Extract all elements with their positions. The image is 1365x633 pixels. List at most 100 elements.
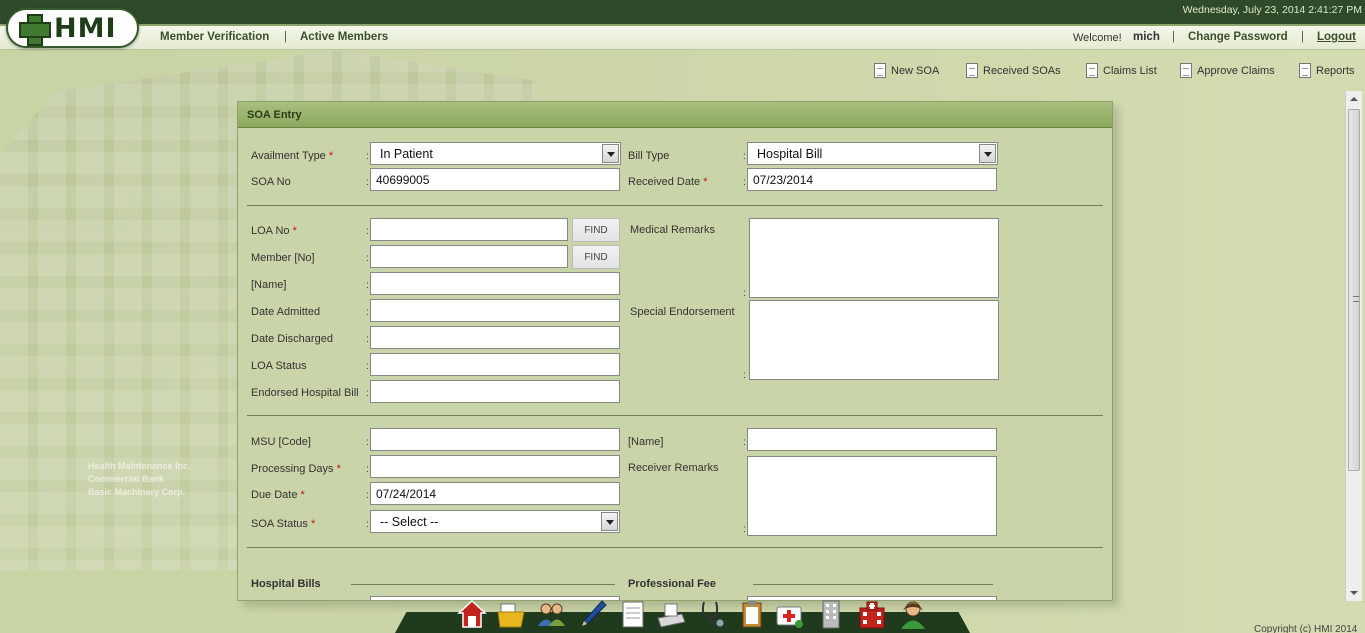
colon: : (366, 280, 369, 291)
due-date-input[interactable]: 07/24/2014 (370, 482, 620, 505)
msu-name-input[interactable] (747, 428, 997, 451)
grip-icon (1353, 296, 1359, 302)
availment-type-select[interactable]: In Patient (370, 142, 621, 165)
msu-name-label: [Name] (628, 436, 664, 448)
members-icon[interactable] (536, 598, 566, 630)
divider (247, 205, 1103, 206)
stethoscope-icon[interactable] (696, 598, 726, 630)
name-label: [Name] (251, 279, 287, 291)
logout-link[interactable]: Logout (1317, 31, 1356, 43)
top-bar: Wednesday, July 23, 2014 2:41:27 PM (0, 0, 1365, 26)
user-icon[interactable] (898, 598, 928, 630)
colon: : (366, 388, 369, 399)
colon: : (366, 464, 369, 475)
receiver-remarks-label: Receiver Remarks (628, 462, 719, 474)
date-discharged-input[interactable] (370, 326, 620, 349)
hmi-logo[interactable]: HMI (6, 8, 139, 48)
welcome-username: mich (1133, 31, 1160, 43)
hospital-bills-title: Hospital Bills (251, 578, 321, 590)
received-date-input[interactable]: 07/23/2014 (747, 168, 997, 191)
document-icon[interactable] (618, 598, 648, 630)
sign-line-3: Basic Machinery Corp. (88, 487, 186, 497)
document-icon (874, 63, 886, 78)
scroll-down-arrow-icon[interactable] (1350, 591, 1358, 595)
receiver-remarks-textarea[interactable] (747, 456, 997, 536)
nav-active-members[interactable]: Active Members (300, 31, 388, 43)
logo-text: HMI (54, 12, 117, 44)
colon: : (743, 524, 746, 535)
welcome-label: Welcome! (1073, 32, 1122, 44)
colon: : (743, 288, 746, 299)
msu-code-label: MSU [Code] (251, 436, 311, 448)
dropdown-arrow-icon (601, 512, 618, 531)
colon: : (366, 334, 369, 345)
member-no-input[interactable] (370, 245, 568, 268)
name-input[interactable] (370, 272, 620, 295)
scroll-thumb[interactable] (1348, 109, 1360, 471)
calculator-icon[interactable] (656, 598, 686, 630)
soa-status-select[interactable]: -- Select -- (370, 510, 620, 533)
approve-claims-label: Approve Claims (1197, 64, 1275, 77)
date-admitted-input[interactable] (370, 299, 620, 322)
received-date-label: Received Date * (628, 176, 708, 188)
received-soas-button[interactable]: Received SOAs (966, 63, 1061, 78)
clipboard-icon[interactable] (737, 598, 767, 630)
scroll-up-arrow-icon[interactable] (1350, 97, 1358, 101)
building-icon[interactable] (816, 598, 846, 630)
nav-separator: | (284, 31, 287, 43)
professional-fee-title: Professional Fee (628, 578, 717, 590)
soa-status-value: -- Select -- (380, 515, 439, 529)
page-scrollbar[interactable] (1345, 91, 1362, 601)
loa-status-label: LOA Status (251, 360, 307, 372)
loa-no-label: LOA No * (251, 225, 297, 237)
hospital-icon[interactable] (857, 598, 887, 630)
processing-days-label: Processing Days * (251, 463, 341, 475)
medical-remarks-textarea[interactable] (749, 218, 999, 298)
endorsed-hospital-bill-input[interactable] (370, 380, 620, 403)
colon: : (366, 177, 369, 188)
msu-code-input[interactable] (370, 428, 620, 451)
soa-status-label: SOA Status * (251, 518, 316, 530)
new-soa-button[interactable]: New SOA (874, 63, 939, 78)
document-icon (1180, 63, 1192, 78)
date-discharged-label: Date Discharged (251, 333, 333, 345)
special-endorsement-label: Special Endorsement (630, 306, 735, 318)
loa-status-input[interactable] (370, 353, 620, 376)
bill-type-select[interactable]: Hospital Bill (747, 142, 998, 165)
colon: : (366, 361, 369, 372)
endorsed-hospital-bill-label: Endorsed Hospital Bill (251, 387, 359, 399)
processing-days-input[interactable] (370, 455, 620, 478)
loa-no-input[interactable] (370, 218, 568, 241)
document-icon (1299, 63, 1311, 78)
availment-type-value: In Patient (380, 147, 433, 161)
soa-entry-panel: SOA Entry Availment Type * : In Patient … (237, 101, 1113, 601)
dropdown-arrow-icon (602, 144, 619, 163)
claims-list-button[interactable]: Claims List (1086, 63, 1157, 78)
home-icon[interactable] (457, 598, 487, 630)
nav-member-verification[interactable]: Member Verification (160, 31, 269, 43)
medical-remarks-label: Medical Remarks (630, 224, 715, 236)
change-password-link[interactable]: Change Password (1188, 31, 1288, 43)
dropdown-arrow-icon (979, 144, 996, 163)
first-aid-kit-icon[interactable] (774, 598, 804, 630)
pen-icon[interactable] (578, 598, 608, 630)
colon: : (366, 307, 369, 318)
special-endorsement-textarea[interactable] (749, 300, 999, 380)
copyright-text: Copyright (c) HMI 2014 (1254, 624, 1358, 633)
approve-claims-button[interactable]: Approve Claims (1180, 63, 1275, 78)
current-datetime: Wednesday, July 23, 2014 2:41:27 PM (1182, 4, 1362, 16)
colon: : (366, 490, 369, 501)
cross-icon (18, 13, 51, 46)
soa-no-input[interactable]: 40699005 (370, 168, 620, 191)
reports-button[interactable]: Reports (1299, 63, 1355, 78)
availment-type-label: Availment Type * (251, 150, 334, 162)
find-member-button[interactable]: FIND (572, 245, 620, 269)
colon: : (743, 437, 746, 448)
folder-icon[interactable] (496, 598, 526, 630)
member-no-label: Member [No] (251, 252, 315, 264)
divider (753, 584, 993, 585)
find-loa-button[interactable]: FIND (572, 218, 620, 242)
divider (247, 415, 1103, 416)
colon: : (743, 151, 746, 162)
nav-separator: | (1172, 31, 1175, 43)
